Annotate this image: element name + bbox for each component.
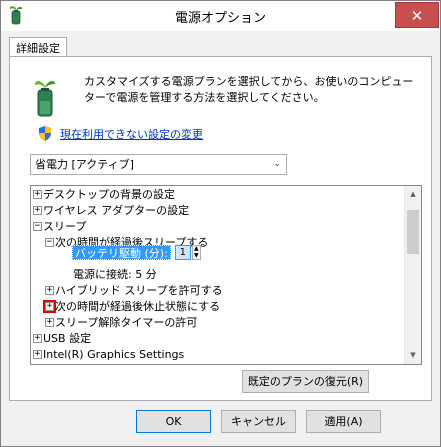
spin-down-icon[interactable]: ▼ — [193, 253, 200, 259]
scroll-up-icon[interactable]: ▲ — [405, 186, 421, 203]
expand-icon[interactable]: + — [33, 334, 42, 343]
tree-item-label: ハイブリッド スリープを許可する — [55, 284, 223, 297]
expand-icon[interactable]: + — [45, 318, 54, 327]
tree-item-label: スリープ — [43, 220, 87, 233]
plan-description: カスタマイズする電源プランを選択してから、お使いのコンピューターで電源を管理する… — [84, 75, 414, 104]
tree-item-hibernate-after[interactable]: + 次の時間が経過後休止状態にする — [43, 299, 221, 314]
tree-item-desktop-background[interactable]: + デスクトップの背景の設定 — [33, 187, 175, 202]
cancel-button[interactable]: キャンセル — [221, 410, 296, 433]
tree-item-intel-graphics[interactable]: + Intel(R) Graphics Settings — [33, 347, 184, 362]
tree-item-label: 次の時間が経過後休止状態にする — [55, 300, 221, 313]
minutes-spinner[interactable]: ▲ ▼ — [191, 245, 201, 260]
tree-scrollbar[interactable]: ▲ ▼ — [404, 186, 421, 364]
apply-button[interactable]: 適用(A) — [306, 410, 381, 433]
power-plan-select-value: 省電力 [アクティブ] — [35, 158, 134, 171]
advanced-settings-panel: カスタマイズする電源プランを選択してから、お使いのコンピューターで電源を管理する… — [9, 56, 432, 401]
power-plan-select[interactable]: 省電力 [アクティブ] ⌄ — [30, 154, 287, 175]
uac-shield-icon — [39, 126, 51, 141]
tree-item-usb-settings[interactable]: + USB 設定 — [33, 331, 91, 346]
tree-item-label: デスクトップの背景の設定 — [43, 188, 175, 201]
tab-advanced-settings[interactable]: 詳細設定 — [9, 37, 67, 57]
tree-item-wireless-adapter[interactable]: + ワイヤレス アダプターの設定 — [33, 203, 189, 218]
tree-item-hybrid-sleep[interactable]: + ハイブリッド スリープを許可する — [45, 283, 223, 298]
tree-item-wake-timers[interactable]: + スリープ解除タイマーの許可 — [45, 315, 197, 330]
chevron-down-icon: ⌄ — [273, 159, 281, 169]
change-unavailable-settings-link[interactable]: 現在利用できない設定の変更 — [60, 126, 203, 142]
expand-icon[interactable]: + — [33, 350, 42, 359]
collapse-icon[interactable]: − — [33, 222, 42, 231]
battery-sleep-editor[interactable]: バッテリ駆動 (分): 1 ▲ ▼ — [72, 244, 201, 261]
tree-item-label: ワイヤレス アダプターの設定 — [43, 204, 190, 217]
expand-icon[interactable]: + — [33, 190, 42, 199]
tree-item-plugged-in[interactable]: 電源に接続: 5 分 — [73, 267, 157, 282]
tree-item-label: Intel(R) Graphics Settings — [43, 348, 185, 361]
close-icon: ✕ — [410, 7, 424, 25]
power-options-window: 電源オプション ✕ 詳細設定 カスタマイズする電源プランを選択してから、お使いの… — [0, 0, 441, 447]
ok-button[interactable]: OK — [136, 410, 211, 433]
tree-item-label: スリープ解除タイマーの許可 — [55, 316, 198, 329]
tree-item-label: 電源に接続: 5 分 — [73, 268, 157, 281]
battery-plant-icon — [34, 80, 55, 117]
tree-item-label: USB 設定 — [43, 332, 92, 345]
collapse-icon[interactable]: − — [45, 238, 54, 247]
expand-icon[interactable]: + — [45, 286, 54, 295]
tree-item-sleep[interactable]: − スリープ — [33, 219, 86, 234]
expand-icon[interactable]: + — [43, 300, 56, 313]
battery-minutes-label: バッテリ駆動 (分): — [72, 245, 171, 260]
window-title: 電源オプション — [174, 11, 266, 26]
restore-default-plan-button[interactable]: 既定のプランの復元(R) — [242, 370, 369, 393]
battery-minutes-input[interactable]: 1 — [174, 245, 191, 260]
scrollbar-thumb[interactable] — [407, 210, 419, 254]
settings-tree[interactable]: + デスクトップの背景の設定 + ワイヤレス アダプターの設定 − スリープ −… — [30, 185, 422, 365]
expand-icon[interactable]: + — [33, 206, 42, 215]
close-button[interactable]: ✕ — [395, 2, 439, 28]
scroll-down-icon[interactable]: ▼ — [405, 347, 421, 364]
title-bar: 電源オプション ✕ — [1, 1, 440, 31]
